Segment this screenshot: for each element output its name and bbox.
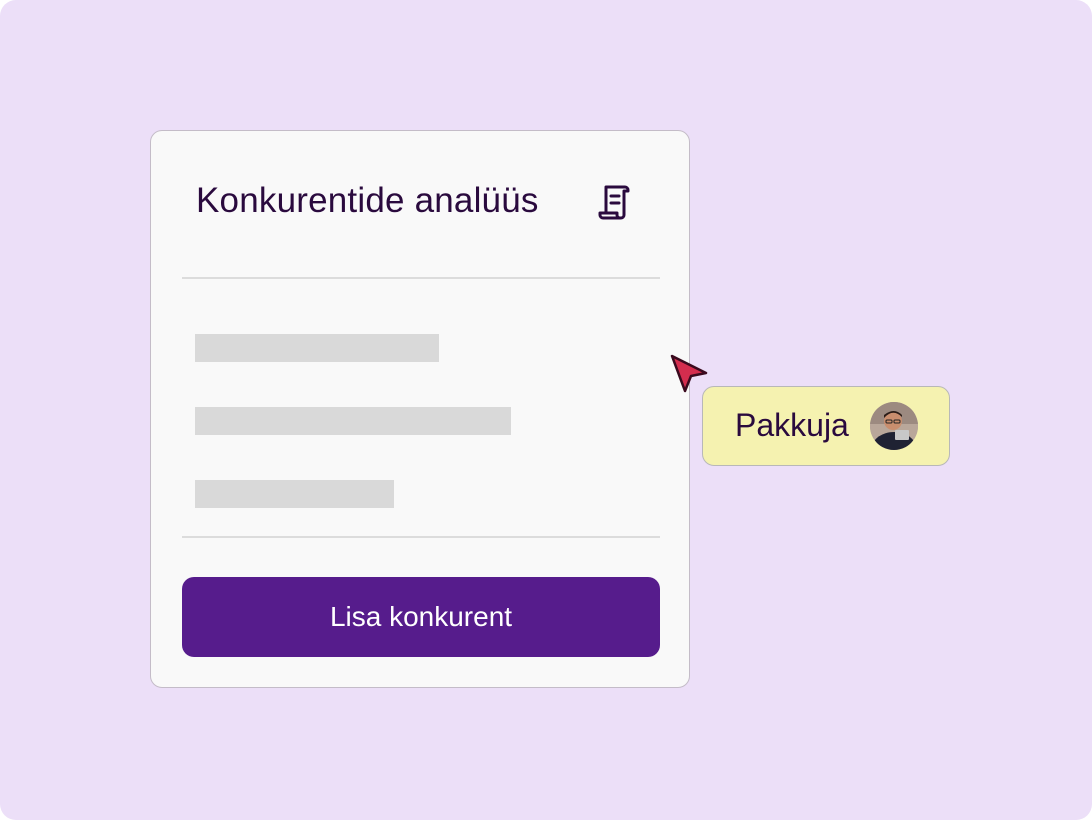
avatar-image (870, 402, 918, 450)
divider-bottom (182, 536, 660, 538)
user-avatar (870, 402, 918, 450)
divider-top (182, 277, 660, 279)
add-competitor-button[interactable]: Lisa konkurent (182, 577, 660, 657)
skeleton-row (195, 480, 394, 508)
canvas-background: Konkurentide analüüs Lisa konkurent Pakk… (0, 0, 1092, 820)
collaborator-tag: Pakkuja (702, 386, 950, 466)
skeleton-row (195, 334, 439, 362)
skeleton-row (195, 407, 511, 435)
document-icon (598, 185, 630, 220)
card-title: Konkurentide analüüs (196, 181, 539, 220)
competitor-analysis-card: Konkurentide analüüs Lisa konkurent (150, 130, 690, 688)
collaborator-name: Pakkuja (735, 407, 849, 443)
